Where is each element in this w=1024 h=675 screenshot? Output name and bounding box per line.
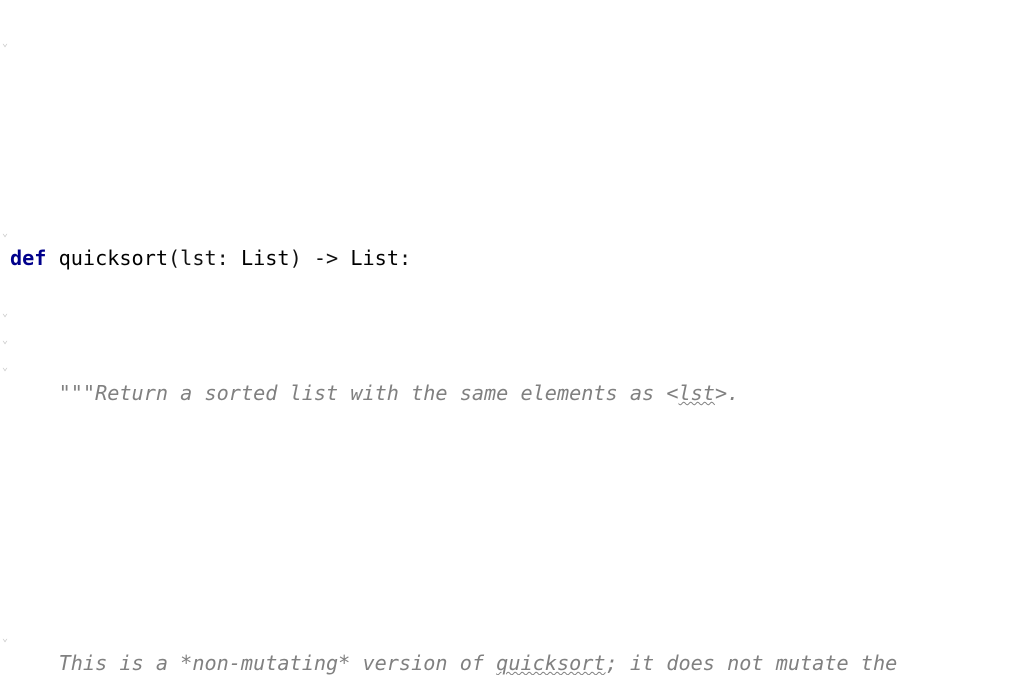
punct: : [217,246,229,270]
code-editor[interactable]: ⌄ ⌄ ⌄ ⌄ ⌄ ⌄ def quicksort(lst: List) -> … [0,0,1024,675]
keyword-def: def [10,246,46,270]
function-name: quicksort [59,246,168,270]
code-body[interactable]: def quicksort(lst: List) -> List: """Ret… [0,137,1024,675]
fold-icon[interactable]: ⌄ [2,300,8,327]
fold-icon[interactable]: ⌄ [2,354,8,381]
indent [10,651,59,675]
docstring-text: This is a *non-mutating* version of [59,651,497,675]
docstring-text: >. [715,381,739,405]
code-line[interactable]: def quicksort(lst: List) -> List: [4,245,1024,272]
punct: ) [290,246,302,270]
indent [10,381,59,405]
fold-icon[interactable]: ⌄ [2,625,8,652]
fold-icon[interactable]: ⌄ [2,327,8,354]
punct: ( [168,246,180,270]
code-line[interactable]: """Return a sorted list with the same el… [4,380,1024,407]
code-line[interactable] [4,515,1024,542]
param-name: lst [180,246,216,270]
docstring-text: ; it does not mutate the [606,651,898,675]
type-anno: List [241,246,290,270]
docstring-text: lst [678,381,714,405]
fold-icon[interactable]: ⌄ [2,30,8,57]
type-anno: List [350,246,399,270]
docstring-text: quicksort [496,651,605,675]
fold-icon[interactable]: ⌄ [2,220,8,247]
arrow: -> [302,246,351,270]
docstring-quote: """ [59,381,95,405]
fold-gutter: ⌄ ⌄ ⌄ ⌄ ⌄ ⌄ [0,0,10,675]
docstring-text: Return a sorted list with the same eleme… [95,381,678,405]
code-line[interactable]: This is a *non-mutating* version of quic… [4,650,1024,675]
punct: : [399,246,411,270]
